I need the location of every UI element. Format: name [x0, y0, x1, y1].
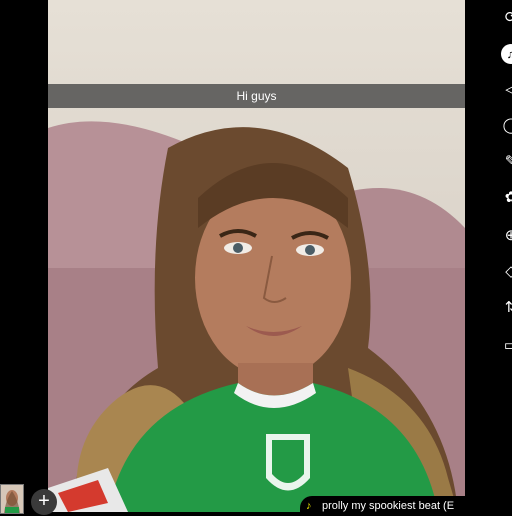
sound-label: prolly my spookiest beat (E: [322, 500, 455, 512]
sound-chip[interactable]: ♪ prolly my spookiest beat (E: [300, 496, 465, 516]
clip-thumbnail-image: [1, 485, 23, 513]
eraser-icon[interactable]: ◇: [501, 262, 512, 282]
clip-thumbnail[interactable]: [0, 484, 24, 514]
crop-icon[interactable]: ⇅: [501, 298, 512, 318]
filters-icon[interactable]: ✿: [501, 188, 512, 208]
left-panel: [0, 0, 48, 512]
music-icon: ♪: [306, 500, 312, 512]
video-preview[interactable]: Hi guys: [48, 0, 465, 512]
effects-icon[interactable]: ✎: [501, 152, 512, 172]
caption-bar[interactable]: Hi guys: [48, 84, 465, 108]
captions-icon[interactable]: ▭: [501, 336, 512, 356]
microphone-icon[interactable]: ⊕: [501, 226, 512, 246]
camera-scene: [48, 121, 465, 512]
music-note-icon[interactable]: ♫: [501, 44, 512, 64]
flip-camera-icon[interactable]: ⟳: [501, 8, 512, 28]
add-clip-button[interactable]: +: [31, 489, 57, 515]
timer-icon[interactable]: ◯: [501, 116, 512, 136]
tool-sidebar: ⟳ ♫ ◁ ◯ ✎ ✿ ⊕ ◇ ⇅ ▭: [465, 0, 512, 512]
speaker-icon[interactable]: ◁: [501, 80, 512, 100]
